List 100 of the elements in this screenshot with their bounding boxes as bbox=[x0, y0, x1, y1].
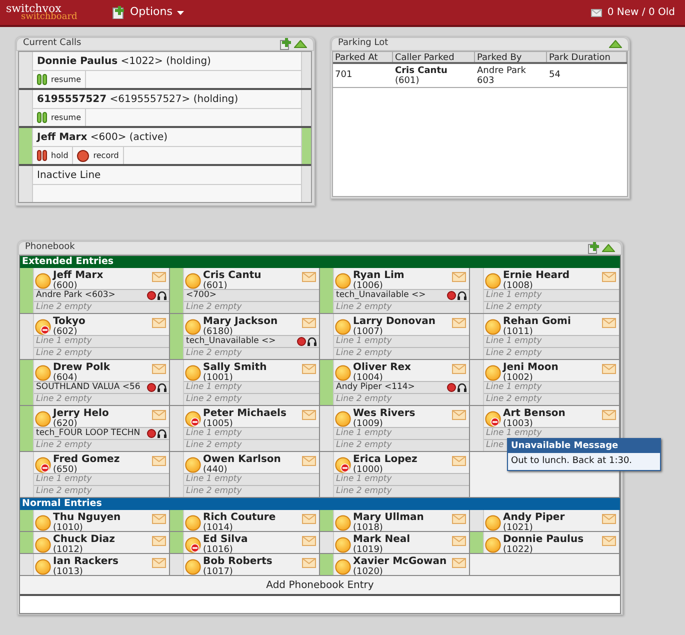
envelope-icon[interactable] bbox=[152, 410, 166, 420]
envelope-icon[interactable] bbox=[302, 272, 316, 282]
contact-name[interactable]: Jerry Helo bbox=[53, 408, 150, 419]
voicemail-link[interactable]: 0 New / 0 Old bbox=[591, 5, 675, 20]
resume-button[interactable]: resume bbox=[33, 109, 86, 126]
contact-name[interactable]: Jeni Moon bbox=[503, 362, 600, 373]
envelope-icon[interactable] bbox=[452, 364, 466, 374]
record-icon[interactable] bbox=[147, 429, 156, 438]
envelope-icon[interactable] bbox=[602, 514, 616, 524]
column-header[interactable]: Parked By bbox=[475, 52, 547, 62]
contact-name[interactable]: Ed Silva bbox=[203, 534, 300, 545]
collapse-icon[interactable] bbox=[609, 40, 622, 48]
contact-name[interactable]: Larry Donovan bbox=[353, 316, 450, 327]
add-page-icon[interactable] bbox=[280, 38, 291, 50]
envelope-icon[interactable] bbox=[452, 456, 466, 466]
envelope-icon[interactable] bbox=[602, 272, 616, 282]
record-icon[interactable] bbox=[447, 383, 456, 392]
collapse-icon[interactable] bbox=[294, 40, 307, 48]
resume-button[interactable]: resume bbox=[33, 71, 86, 88]
envelope-icon[interactable] bbox=[302, 410, 316, 420]
contact-name[interactable]: Mark Neal bbox=[353, 534, 450, 545]
empty-line: Line 2 empty bbox=[186, 486, 242, 497]
envelope-icon[interactable] bbox=[602, 410, 616, 420]
hold-button[interactable]: hold bbox=[33, 147, 74, 164]
envelope-icon[interactable] bbox=[152, 272, 166, 282]
record-icon[interactable] bbox=[147, 383, 156, 392]
envelope-icon[interactable] bbox=[302, 558, 316, 568]
options-menu[interactable]: Options bbox=[112, 4, 184, 21]
empty-line: Line 2 empty bbox=[336, 486, 392, 497]
column-header[interactable]: Caller Parked bbox=[393, 52, 475, 62]
contact-name[interactable]: Drew Polk bbox=[53, 362, 150, 373]
headset-icon[interactable] bbox=[157, 429, 167, 438]
headset-icon[interactable] bbox=[307, 337, 317, 346]
envelope-icon[interactable] bbox=[302, 364, 316, 374]
envelope-icon[interactable] bbox=[452, 272, 466, 282]
contact-name[interactable]: Tokyo bbox=[53, 316, 150, 327]
contact-name[interactable]: Ernie Heard bbox=[503, 270, 600, 281]
contact-name[interactable]: Wes Rivers bbox=[353, 408, 450, 419]
envelope-icon[interactable] bbox=[152, 514, 166, 524]
extension: (1019) bbox=[353, 545, 384, 555]
empty-line: Line 2 empty bbox=[486, 394, 542, 405]
contact-name[interactable]: Jeff Marx bbox=[53, 270, 150, 281]
envelope-icon[interactable] bbox=[452, 410, 466, 420]
caller-extension: (601) bbox=[395, 76, 420, 86]
call-label: Donnie Paulus <1022> (holding) bbox=[37, 54, 211, 68]
envelope-icon[interactable] bbox=[452, 558, 466, 568]
headset-icon[interactable] bbox=[457, 383, 467, 392]
envelope-icon[interactable] bbox=[302, 318, 316, 328]
envelope-icon[interactable] bbox=[152, 558, 166, 568]
record-icon[interactable] bbox=[447, 291, 456, 300]
envelope-icon[interactable] bbox=[152, 456, 166, 466]
empty-line: Line 2 empty bbox=[36, 440, 92, 451]
record-button[interactable]: record bbox=[73, 147, 124, 164]
contact-name[interactable]: Peter Michaels bbox=[203, 408, 300, 419]
empty-line: Line 2 empty bbox=[36, 486, 92, 497]
headset-icon[interactable] bbox=[457, 291, 467, 300]
envelope-icon[interactable] bbox=[152, 364, 166, 374]
contact-name[interactable]: Rich Couture bbox=[203, 512, 300, 523]
envelope-icon[interactable] bbox=[452, 536, 466, 546]
add-page-icon[interactable] bbox=[588, 242, 599, 254]
contact-name[interactable]: Ryan Lim bbox=[353, 270, 450, 281]
column-header[interactable]: Parked At bbox=[333, 52, 393, 62]
envelope-icon[interactable] bbox=[152, 536, 166, 546]
section-header: Extended Entries bbox=[20, 256, 620, 268]
envelope-icon[interactable] bbox=[302, 514, 316, 524]
contact-name[interactable]: Sally Smith bbox=[203, 362, 300, 373]
contact-name[interactable]: Andy Piper bbox=[503, 512, 600, 523]
record-icon[interactable] bbox=[297, 337, 306, 346]
contact-name[interactable]: Ian Rackers bbox=[53, 556, 150, 567]
contact-name[interactable]: Oliver Rex bbox=[353, 362, 450, 373]
contact-name[interactable]: Cris Cantu bbox=[203, 270, 300, 281]
envelope-icon[interactable] bbox=[602, 318, 616, 328]
contact-name[interactable]: Erica Lopez bbox=[353, 454, 450, 465]
parked-by-name: Andre Park bbox=[477, 66, 527, 76]
contact-name[interactable]: Xavier McGowan bbox=[353, 556, 450, 567]
empty-line: Line 2 empty bbox=[186, 302, 242, 313]
envelope-icon[interactable] bbox=[602, 536, 616, 546]
envelope-icon[interactable] bbox=[452, 318, 466, 328]
contact-name[interactable]: Rehan Gomi bbox=[503, 316, 600, 327]
headset-icon[interactable] bbox=[157, 383, 167, 392]
contact-name[interactable]: Owen Karlson bbox=[203, 454, 300, 465]
collapse-icon[interactable] bbox=[602, 244, 615, 252]
envelope-icon[interactable] bbox=[152, 318, 166, 328]
contact-name[interactable]: Fred Gomez bbox=[53, 454, 150, 465]
envelope-icon[interactable] bbox=[302, 536, 316, 546]
headset-icon[interactable] bbox=[157, 291, 167, 300]
add-entry-link[interactable]: Add Phonebook Entry bbox=[266, 578, 374, 592]
column-header[interactable]: Park Duration bbox=[547, 52, 627, 62]
contact-name[interactable]: Chuck Diaz bbox=[53, 534, 150, 545]
contact-name[interactable]: Thu Nguyen bbox=[53, 512, 150, 523]
call-line: SOUTHLAND VALUA <56 bbox=[36, 382, 140, 393]
contact-name[interactable]: Mary Ullman bbox=[353, 512, 450, 523]
envelope-icon[interactable] bbox=[452, 514, 466, 524]
contact-name[interactable]: Bob Roberts bbox=[203, 556, 300, 567]
contact-name[interactable]: Donnie Paulus bbox=[503, 534, 600, 545]
envelope-icon[interactable] bbox=[602, 364, 616, 374]
envelope-icon[interactable] bbox=[302, 456, 316, 466]
contact-name[interactable]: Mary Jackson bbox=[203, 316, 300, 327]
record-icon[interactable] bbox=[147, 291, 156, 300]
contact-name[interactable]: Art Benson bbox=[503, 408, 600, 419]
